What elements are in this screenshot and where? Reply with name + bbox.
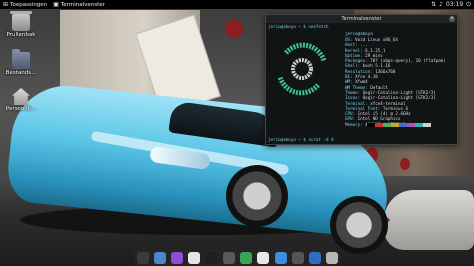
- desktop-icon-label: Persoonli...: [5, 106, 37, 112]
- color-swatch: [367, 123, 375, 127]
- wallpaper-car-wheel: [226, 165, 288, 227]
- system-info-value: Qogir-Catalina-Light [GTK2/3]: [362, 89, 436, 95]
- dock: [134, 249, 341, 266]
- files-icon[interactable]: [136, 251, 149, 264]
- system-info-key: OS:: [345, 37, 356, 42]
- active-window-label: Terminalvenster: [60, 1, 105, 8]
- applications-menu[interactable]: ⊞ Toepassingen: [0, 0, 50, 9]
- desktop-icon-home[interactable]: Persoonli...: [1, 88, 41, 112]
- terminal-titlebar[interactable]: Terminalvenster ×: [266, 15, 457, 23]
- app-icon[interactable]: [291, 251, 304, 264]
- system-info-value: Xfce 4.18: [355, 74, 378, 80]
- image-viewer-icon[interactable]: [153, 251, 166, 264]
- system-info-value: 6.1.25_1: [365, 47, 386, 53]
- close-icon[interactable]: ×: [449, 16, 455, 22]
- leaf-icon[interactable]: [240, 251, 253, 264]
- system-info-value: xfce4-terminal: [370, 100, 406, 106]
- system-info-key: Host:: [345, 42, 361, 48]
- system-info-value: 29 mins: [365, 52, 383, 58]
- volume-icon[interactable]: ♪: [439, 1, 443, 8]
- system-info-key: Terminal Font:: [345, 105, 383, 111]
- chrome-icon[interactable]: [257, 251, 270, 264]
- system-info-key: Resolution:: [345, 68, 376, 74]
- terminal-title: Terminalvenster: [341, 16, 382, 22]
- system-info-value: Intel HD Graphics: [357, 116, 401, 122]
- terminal-user-host: jerio@aboya: [345, 31, 373, 36]
- calendar-icon[interactable]: [188, 251, 201, 264]
- home-folder-icon: [12, 88, 30, 105]
- system-info-key: GPU:: [345, 116, 358, 122]
- applications-icon: ⊞: [3, 1, 9, 8]
- color-swatch: [391, 123, 399, 127]
- settings-icon[interactable]: [222, 251, 235, 264]
- desktop-icon-trash[interactable]: Prullenbak: [1, 11, 41, 38]
- color-swatch: [383, 123, 391, 127]
- terminal-window[interactable]: Terminalvenster × jerio@aboya ~ $ neofet…: [265, 14, 458, 145]
- system-info-key: Theme:: [345, 89, 363, 95]
- system-info-key: Packages:: [345, 58, 371, 64]
- void-linux-logo-icon: [277, 42, 327, 96]
- terminal-prompt-line: jerio@aboya ~ $ scrot -d 4: [268, 137, 334, 142]
- system-info-value: Xfwm4: [355, 79, 368, 85]
- color-swatch: [399, 123, 407, 127]
- system-info-key: Terminal:: [345, 100, 371, 106]
- desktop-icon-label: Prullenbak: [6, 32, 36, 38]
- system-info-key: Kernel:: [345, 47, 366, 53]
- app-store-icon[interactable]: [171, 251, 184, 264]
- trash-icon: [10, 11, 32, 31]
- system-info-value: bash 5.1.16: [362, 63, 391, 69]
- terminal-prompt-line: jerio@aboya ~ $ neofetch: [268, 24, 329, 29]
- wallpaper-car-wheel: [330, 196, 388, 254]
- safari-icon[interactable]: [274, 251, 287, 264]
- system-info-key: Icons:: [345, 95, 363, 101]
- wallpaper-lamp: [225, 20, 243, 38]
- desktop-icon-files[interactable]: Bestands...: [1, 49, 41, 76]
- color-swatch: [375, 123, 383, 127]
- network-icon[interactable]: ⇅: [431, 1, 436, 8]
- system-info-value: Void Linux x86_64: [355, 37, 398, 42]
- system-info-value: 1366x768: [375, 68, 396, 74]
- system-tray: ⇅ ♪ 03:19 ⏻: [431, 1, 474, 9]
- system-info-key: Shell:: [345, 63, 363, 69]
- system-info-value: 707 (xbps-query), 10 (flatpak): [370, 58, 446, 64]
- system-info-value: Terminus 6: [382, 105, 409, 111]
- terminal-icon[interactable]: [205, 251, 218, 264]
- clock[interactable]: 03:19: [446, 1, 463, 8]
- color-swatch: [415, 123, 423, 127]
- system-info-key: WM:: [345, 79, 356, 85]
- system-info-value: ...: [360, 42, 368, 48]
- folder-icon: [12, 49, 30, 69]
- system-info-key: Uptime:: [345, 52, 366, 58]
- system-info-key: DE:: [345, 74, 356, 80]
- system-info-key: Memory:: [345, 121, 366, 127]
- power-icon[interactable]: ⏻: [466, 1, 471, 9]
- system-info-key: CPU:: [345, 111, 358, 117]
- system-info-value: Qogir-Catalina-Light [GTK2/3]: [362, 95, 436, 101]
- terminal-color-swatches: [367, 123, 431, 127]
- desktop-icon-label: Bestands...: [5, 70, 37, 76]
- terminal-content[interactable]: jerio@aboya ~ $ neofetch jerio@aboya OS:…: [266, 23, 457, 143]
- wallpaper-silver-car: [384, 190, 474, 250]
- top-panel: ⊞ Toepassingen ▣ Terminalvenster ⇅ ♪ 03:…: [0, 0, 474, 9]
- terminal-small-icon: ▣: [53, 1, 59, 8]
- trash-icon[interactable]: [326, 251, 339, 264]
- system-info-value: Default: [370, 84, 388, 90]
- system-info-value: Intel i5 (4) @ 2.6GHz: [357, 111, 411, 117]
- wallpaper-lamp: [400, 158, 410, 170]
- word-icon[interactable]: [309, 251, 322, 264]
- applications-menu-label: Toepassingen: [10, 1, 48, 8]
- active-window-button[interactable]: ▣ Terminalvenster: [50, 0, 108, 9]
- system-info-list: OS: Void Linux x86_64 Host: ... Kernel: 6.…: [345, 37, 446, 127]
- system-info-key: WM Theme:: [345, 84, 371, 90]
- color-swatch: [407, 123, 415, 127]
- color-swatch: [423, 123, 431, 127]
